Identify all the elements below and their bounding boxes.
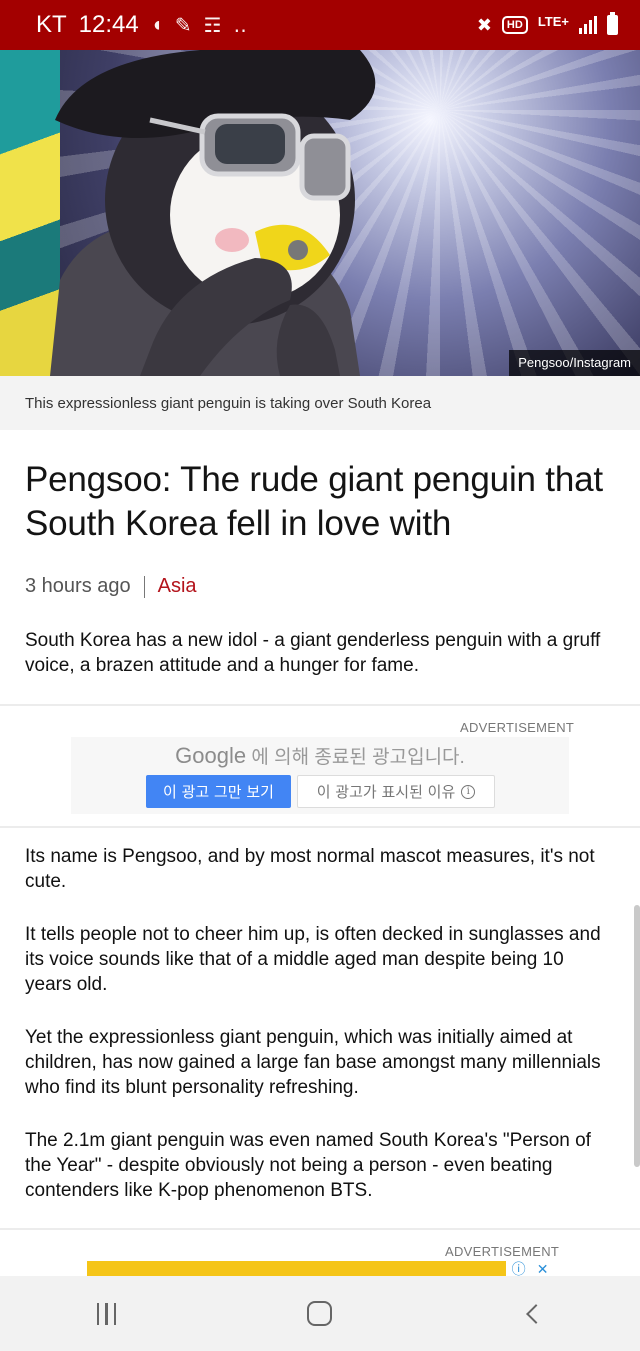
ad-label: ADVERTISEMENT	[445, 1244, 560, 1259]
info-icon: i	[461, 784, 476, 799]
carrier-label: KT	[36, 11, 67, 38]
penguin-mascot-illustration	[50, 50, 376, 376]
home-icon	[307, 1301, 333, 1326]
article-paragraph: Its name is Pengsoo, and by most normal …	[25, 846, 595, 892]
home-button[interactable]	[280, 1284, 360, 1344]
back-icon	[526, 1303, 547, 1324]
photo-credit: Pengsoo/Instagram	[509, 350, 640, 376]
why-this-ad-button[interactable]: 이 광고가 표시된 이유 i	[297, 775, 495, 808]
navigation-bar	[0, 1276, 640, 1351]
image-caption: This expressionless giant penguin is tak…	[0, 376, 640, 430]
article-headline: Pengsoo: The rude giant penguin that Sou…	[25, 460, 603, 543]
meta-divider	[143, 575, 145, 598]
chart-search-icon: ☶	[203, 14, 222, 37]
ad-close-icon[interactable]: ✕	[537, 1261, 549, 1278]
section-link[interactable]: Asia	[158, 575, 197, 598]
timestamp: 3 hours ago	[25, 575, 131, 597]
recent-apps-icon	[96, 1302, 117, 1325]
battery-icon	[607, 12, 618, 35]
ad-ended-message: Google 에 의해 종료된 광고입니다.	[71, 742, 569, 769]
article-summary: South Korea has a new idol - a giant gen…	[25, 630, 601, 676]
pen-icon: ✎	[174, 14, 192, 37]
network-type: LTE+	[537, 13, 569, 29]
c-icon: ◖	[150, 13, 163, 36]
hero-image[interactable]: Pengsoo/Instagram	[0, 50, 640, 376]
article-paragraph: The 2.1m giant penguin was even named So…	[25, 1130, 591, 1201]
mute-icon: ✖	[476, 14, 492, 35]
hd-badge: HD	[501, 16, 528, 34]
article-paragraph: It tells people not to cheer him up, is …	[25, 924, 601, 995]
status-left: KT 12:44 ◖ ✎ ☶ ‥	[36, 11, 247, 39]
google-logo: Google	[175, 743, 247, 768]
stop-seeing-ad-button[interactable]: 이 광고 그만 보기	[146, 775, 291, 808]
ad-banner[interactable]: ⓘ ✕	[87, 1261, 554, 1277]
more-dots-icon: ‥	[233, 14, 247, 37]
divider	[0, 826, 640, 828]
ad-container: Google 에 의해 종료된 광고입니다. 이 광고 그만 보기 이 광고가 …	[71, 737, 569, 814]
ad-ended-text: 에 의해 종료된 광고입니다.	[251, 747, 465, 768]
article-paragraph: Yet the expressionless giant penguin, wh…	[25, 1027, 601, 1098]
clock: 12:44	[78, 11, 139, 38]
back-button[interactable]	[493, 1284, 573, 1344]
signal-icon	[579, 16, 597, 34]
ad-controls: ⓘ ✕	[506, 1261, 554, 1277]
why-this-ad-label: 이 광고가 표시된 이유	[316, 783, 456, 801]
divider	[0, 704, 640, 706]
article-meta: 3 hours ago Asia	[25, 575, 197, 598]
status-bar: KT 12:44 ◖ ✎ ☶ ‥ ✖ HD LTE+	[0, 0, 640, 50]
ad-label: ADVERTISEMENT	[460, 720, 575, 735]
status-right: ✖ HD LTE+	[476, 12, 618, 36]
recent-apps-button[interactable]	[67, 1284, 147, 1344]
divider	[0, 1228, 640, 1230]
scrollbar[interactable]	[634, 905, 640, 1167]
